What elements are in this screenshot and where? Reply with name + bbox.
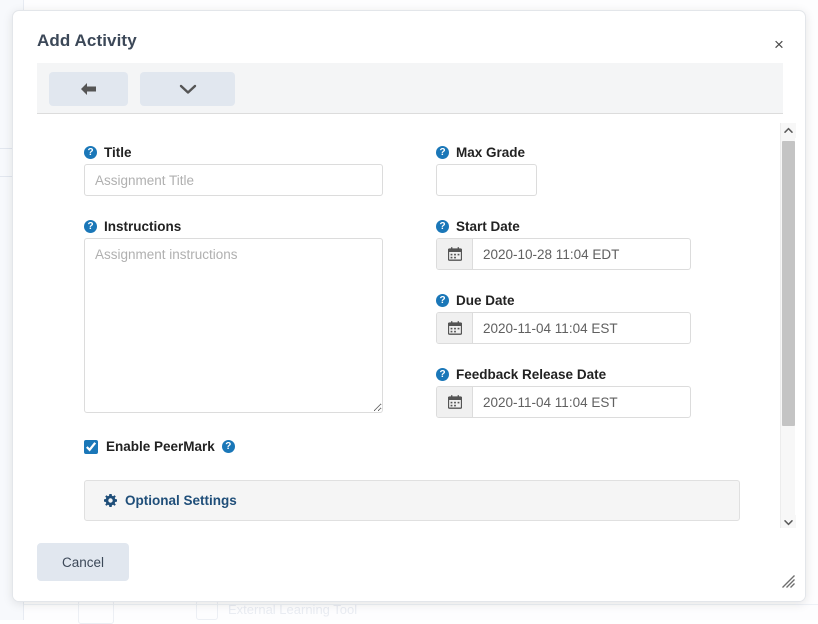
calendar-icon[interactable] (437, 313, 473, 343)
instructions-textarea[interactable] (84, 238, 383, 413)
feedback-release-date-label-text: Feedback Release Date (456, 367, 606, 382)
background-external-tool-label: External Learning Tool (228, 602, 357, 617)
due-date-input[interactable] (473, 313, 690, 343)
start-date-input[interactable] (473, 239, 690, 269)
help-circle-icon[interactable]: ? (84, 146, 97, 159)
enable-peermark-row: Enable PeerMark ? (84, 439, 242, 454)
max-grade-field-label: ? Max Grade (436, 145, 525, 160)
arrow-left-icon (79, 81, 98, 97)
scrollbar-thumb[interactable] (782, 141, 795, 426)
modal-scrollbar[interactable] (780, 123, 795, 530)
modal-toolbar (37, 63, 783, 114)
page-title: Add Activity (37, 31, 137, 51)
add-activity-modal: Add Activity × ? Tit (12, 10, 806, 602)
max-grade-input-wrapper (436, 164, 537, 196)
modal-footer: Cancel (13, 528, 806, 601)
feedback-release-date-input[interactable] (473, 387, 690, 417)
enable-peermark-checkbox[interactable] (84, 440, 98, 454)
help-circle-icon[interactable]: ? (84, 220, 97, 233)
close-icon[interactable]: × (767, 33, 791, 57)
feedback-release-date-wrapper (436, 386, 691, 418)
instructions-label-text: Instructions (104, 219, 181, 234)
help-circle-icon[interactable]: ? (222, 440, 235, 453)
due-date-field-label: ? Due Date (436, 293, 515, 308)
due-date-group (436, 312, 691, 344)
activity-form: ? Title ? Instructions ? Max Gr (73, 114, 753, 530)
title-input-wrapper (84, 164, 383, 196)
calendar-icon[interactable] (437, 387, 473, 417)
optional-settings-label: Optional Settings (125, 493, 237, 508)
help-circle-icon[interactable]: ? (436, 220, 449, 233)
gear-icon (104, 494, 117, 507)
optional-settings-panel[interactable]: Optional Settings (84, 480, 740, 521)
due-date-wrapper (436, 312, 691, 344)
due-date-label-text: Due Date (456, 293, 515, 308)
feedback-release-date-group (436, 386, 691, 418)
help-circle-icon[interactable]: ? (436, 368, 449, 381)
instructions-field-label: ? Instructions (84, 219, 181, 234)
enable-peermark-label: Enable PeerMark (106, 439, 215, 454)
background-row (24, 604, 818, 605)
start-date-field-label: ? Start Date (436, 219, 520, 234)
modal-header: Add Activity × (13, 11, 805, 63)
max-grade-label-text: Max Grade (456, 145, 525, 160)
help-circle-icon[interactable]: ? (436, 146, 449, 159)
title-label-text: Title (104, 145, 132, 160)
chevron-down-icon (179, 83, 197, 95)
modal-body: ? Title ? Instructions ? Max Gr (13, 114, 806, 530)
title-field-label: ? Title (84, 145, 132, 160)
background-placeholder-box (78, 600, 114, 624)
chevron-up-icon[interactable] (781, 123, 796, 138)
title-input[interactable] (84, 164, 383, 196)
background-placeholder-box (196, 600, 218, 620)
help-circle-icon[interactable]: ? (436, 294, 449, 307)
calendar-icon[interactable] (437, 239, 473, 269)
feedback-release-date-field-label: ? Feedback Release Date (436, 367, 606, 382)
cancel-button[interactable]: Cancel (37, 543, 129, 581)
start-date-wrapper (436, 238, 691, 270)
max-grade-input[interactable] (436, 164, 537, 196)
instructions-input-wrapper (84, 238, 383, 418)
start-date-group (436, 238, 691, 270)
more-options-button[interactable] (140, 72, 235, 106)
back-button[interactable] (49, 72, 128, 106)
resize-grip-icon[interactable] (780, 573, 796, 589)
start-date-label-text: Start Date (456, 219, 520, 234)
